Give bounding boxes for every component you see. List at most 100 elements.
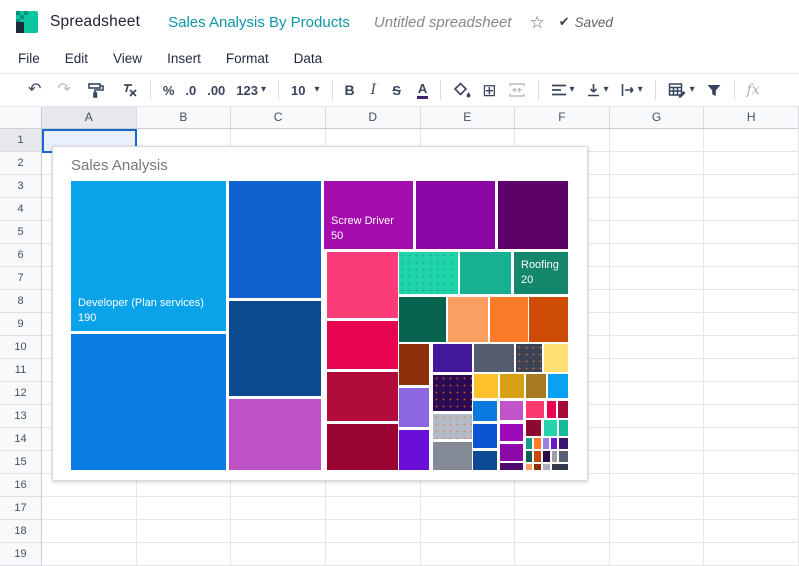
column-header-b[interactable]: B xyxy=(137,107,232,129)
increase-decimals-button[interactable]: .00 xyxy=(207,84,225,97)
decrease-decimals-button[interactable]: .0 xyxy=(185,84,196,97)
grid-cell-H9[interactable] xyxy=(704,313,799,336)
grid-cell-B19[interactable] xyxy=(137,543,232,566)
grid-cell-A19[interactable] xyxy=(42,543,137,566)
row-header-8[interactable]: 8 xyxy=(0,290,42,313)
grid-cell-H12[interactable] xyxy=(704,382,799,405)
column-header-a[interactable]: A xyxy=(42,107,137,129)
grid-cell-A17[interactable] xyxy=(42,497,137,520)
menu-item-edit[interactable]: Edit xyxy=(65,51,88,66)
row-header-14[interactable]: 14 xyxy=(0,428,42,451)
redo-icon[interactable]: ↷ xyxy=(57,82,70,98)
row-header-2[interactable]: 2 xyxy=(0,152,42,175)
row-header-15[interactable]: 15 xyxy=(0,451,42,474)
row-header-17[interactable]: 17 xyxy=(0,497,42,520)
grid-cell-H1[interactable] xyxy=(704,129,799,152)
row-header-6[interactable]: 6 xyxy=(0,244,42,267)
grid-cell-H15[interactable] xyxy=(704,451,799,474)
menu-item-file[interactable]: File xyxy=(18,51,40,66)
row-header-11[interactable]: 11 xyxy=(0,359,42,382)
grid-cell-G17[interactable] xyxy=(610,497,705,520)
doc-subtitle[interactable]: Untitled spreadsheet xyxy=(374,14,512,31)
grid-cell-C18[interactable] xyxy=(231,520,326,543)
paint-format-icon[interactable] xyxy=(87,82,105,98)
grid-cell-F18[interactable] xyxy=(515,520,610,543)
more-formats-button[interactable]: 123 ▾ xyxy=(236,84,266,97)
grid-cell-G1[interactable] xyxy=(610,129,705,152)
merge-cells-icon[interactable] xyxy=(508,82,526,98)
row-header-16[interactable]: 16 xyxy=(0,474,42,497)
clear-format-icon[interactable] xyxy=(121,82,138,98)
row-header-1[interactable]: 1 xyxy=(0,129,42,152)
text-color-button[interactable]: A xyxy=(417,82,428,99)
grid-cell-H17[interactable] xyxy=(704,497,799,520)
grid-cell-G14[interactable] xyxy=(610,428,705,451)
grid-cell-H3[interactable] xyxy=(704,175,799,198)
row-header-4[interactable]: 4 xyxy=(0,198,42,221)
grid-cell-G8[interactable] xyxy=(610,290,705,313)
grid-cell-G9[interactable] xyxy=(610,313,705,336)
grid-cell-G15[interactable] xyxy=(610,451,705,474)
row-header-5[interactable]: 5 xyxy=(0,221,42,244)
grid-cell-A18[interactable] xyxy=(42,520,137,543)
grid-cell-D19[interactable] xyxy=(326,543,421,566)
column-header-f[interactable]: F xyxy=(515,107,610,129)
table-edit-button[interactable]: ▾ xyxy=(668,82,695,98)
grid-cell-C19[interactable] xyxy=(231,543,326,566)
grid-cell-G10[interactable] xyxy=(610,336,705,359)
grid-cell-D18[interactable] xyxy=(326,520,421,543)
grid-cell-H7[interactable] xyxy=(704,267,799,290)
column-header-d[interactable]: D xyxy=(326,107,421,129)
grid-cell-G11[interactable] xyxy=(610,359,705,382)
grid-cell-H5[interactable] xyxy=(704,221,799,244)
grid-cell-G7[interactable] xyxy=(610,267,705,290)
chart-panel[interactable]: Sales Analysis Developer (Plan services)… xyxy=(52,146,588,481)
column-header-c[interactable]: C xyxy=(231,107,326,129)
borders-icon[interactable]: ⊞ xyxy=(482,82,496,99)
grid-cell-B18[interactable] xyxy=(137,520,232,543)
grid-cell-G18[interactable] xyxy=(610,520,705,543)
grid-cell-G6[interactable] xyxy=(610,244,705,267)
percent-format-button[interactable]: % xyxy=(163,84,175,97)
grid-cell-G5[interactable] xyxy=(610,221,705,244)
column-header-g[interactable]: G xyxy=(610,107,705,129)
grid-cell-H8[interactable] xyxy=(704,290,799,313)
row-header-9[interactable]: 9 xyxy=(0,313,42,336)
grid-cell-H16[interactable] xyxy=(704,474,799,497)
grid-cell-G3[interactable] xyxy=(610,175,705,198)
bold-button[interactable]: B xyxy=(345,83,355,97)
row-header-12[interactable]: 12 xyxy=(0,382,42,405)
grid-cell-B17[interactable] xyxy=(137,497,232,520)
grid-cell-G13[interactable] xyxy=(610,405,705,428)
grid-cell-H10[interactable] xyxy=(704,336,799,359)
grid-cell-G4[interactable] xyxy=(610,198,705,221)
grid-cell-G19[interactable] xyxy=(610,543,705,566)
doc-title[interactable]: Sales Analysis By Products xyxy=(168,14,350,31)
grid-cell-G12[interactable] xyxy=(610,382,705,405)
grid-cell-H4[interactable] xyxy=(704,198,799,221)
formula-bar-fx[interactable]: fx xyxy=(747,82,760,98)
row-header-10[interactable]: 10 xyxy=(0,336,42,359)
grid-cell-H2[interactable] xyxy=(704,152,799,175)
grid-cell-E19[interactable] xyxy=(421,543,516,566)
grid-cell-H6[interactable] xyxy=(704,244,799,267)
grid-cell-F17[interactable] xyxy=(515,497,610,520)
grid-cell-H13[interactable] xyxy=(704,405,799,428)
row-header-18[interactable]: 18 xyxy=(0,520,42,543)
grid-cell-E17[interactable] xyxy=(421,497,516,520)
strikethrough-button[interactable]: S xyxy=(392,84,401,97)
grid-cell-E18[interactable] xyxy=(421,520,516,543)
row-header-13[interactable]: 13 xyxy=(0,405,42,428)
grid-cell-F19[interactable] xyxy=(515,543,610,566)
grid-cell-D17[interactable] xyxy=(326,497,421,520)
font-size-selector[interactable]: 10 ▾ xyxy=(291,84,320,97)
row-header-7[interactable]: 7 xyxy=(0,267,42,290)
grid-cell-H18[interactable] xyxy=(704,520,799,543)
filter-icon[interactable] xyxy=(706,83,722,98)
menu-item-data[interactable]: Data xyxy=(294,51,323,66)
grid-cell-G2[interactable] xyxy=(610,152,705,175)
menu-item-insert[interactable]: Insert xyxy=(167,51,201,66)
grid-cell-H19[interactable] xyxy=(704,543,799,566)
grid-cell-G16[interactable] xyxy=(610,474,705,497)
italic-button[interactable]: I xyxy=(371,83,377,97)
